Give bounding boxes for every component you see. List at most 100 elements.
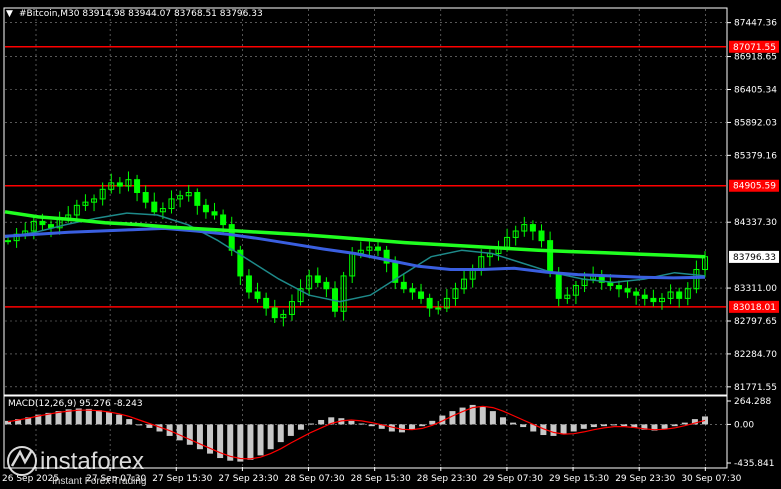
macd-histogram-bar bbox=[85, 408, 92, 425]
macd-histogram-bar bbox=[590, 424, 597, 428]
macd-histogram-bar bbox=[368, 424, 375, 427]
macd-histogram-bar bbox=[520, 424, 527, 428]
time-tick-label: 27 Sep 23:30 bbox=[218, 474, 278, 484]
time-tick-label: 28 Sep 07:30 bbox=[285, 474, 345, 484]
candle-body bbox=[409, 288, 416, 293]
candle-body bbox=[39, 220, 46, 226]
macd-histogram-bar bbox=[297, 424, 304, 430]
candle-body bbox=[418, 291, 425, 299]
price-tick-label: 82797.65 bbox=[734, 317, 777, 327]
candle-body bbox=[142, 192, 149, 203]
macd-histogram-bar bbox=[499, 417, 506, 425]
candle-body bbox=[323, 281, 330, 290]
candle-body bbox=[529, 224, 536, 232]
macd-tick-label: 264.288 bbox=[734, 397, 771, 407]
macd-histogram-bar bbox=[661, 424, 668, 429]
macd-histogram-bar bbox=[611, 424, 618, 426]
candle-body bbox=[555, 272, 562, 299]
candle-body bbox=[254, 291, 261, 299]
candle-body bbox=[641, 294, 648, 299]
time-tick-label: 29 Sep 07:30 bbox=[483, 474, 543, 484]
candle-body bbox=[245, 275, 252, 293]
candle-body bbox=[228, 224, 235, 251]
macd-histogram-bar bbox=[186, 424, 193, 445]
macd-histogram-bar bbox=[287, 424, 294, 436]
macd-histogram-bar bbox=[318, 419, 325, 425]
candle-body bbox=[263, 297, 270, 309]
price-tick-label: 82284.70 bbox=[734, 350, 777, 360]
candle-body bbox=[615, 285, 622, 290]
macd-histogram-bar bbox=[621, 424, 628, 427]
price-level-label: 87071.55 bbox=[733, 43, 776, 53]
candle-body bbox=[116, 182, 123, 187]
macd-histogram-bar bbox=[358, 423, 365, 425]
collapse-arrow-icon[interactable]: ▼ bbox=[6, 9, 13, 19]
macd-tick-label: 0.00 bbox=[734, 420, 754, 430]
macd-histogram-bar bbox=[257, 424, 264, 456]
macd-histogram-bar bbox=[136, 424, 143, 426]
price-level-label: 83018.01 bbox=[733, 303, 776, 313]
macd-histogram-bar bbox=[671, 424, 678, 427]
macd-histogram-bar bbox=[560, 424, 567, 435]
chart-header: #Bitcoin,M30 83914.98 83944.07 83768.51 … bbox=[19, 9, 263, 19]
macd-header: MACD(12,26,9) 95.276 -8.243 bbox=[8, 399, 143, 409]
candle-body bbox=[676, 291, 683, 299]
time-tick-label: 27 Sep 15:30 bbox=[152, 474, 212, 484]
macd-histogram-bar bbox=[237, 424, 244, 462]
price-tick-label: 81771.55 bbox=[734, 383, 777, 393]
candle-body bbox=[624, 288, 631, 293]
macd-histogram-bar bbox=[277, 424, 284, 443]
macd-histogram-bar bbox=[176, 424, 183, 441]
macd-histogram-bar bbox=[449, 411, 456, 425]
macd-histogram-bar bbox=[510, 422, 517, 425]
macd-histogram-bar bbox=[267, 424, 274, 450]
macd-histogram-bar bbox=[106, 412, 113, 425]
candle-body bbox=[538, 230, 545, 242]
macd-histogram-bar bbox=[570, 424, 577, 432]
price-tick-label: 86405.34 bbox=[734, 86, 777, 96]
candle-body bbox=[5, 240, 11, 243]
price-tick-label: 85892.03 bbox=[734, 118, 777, 128]
time-tick-label: 29 Sep 23:30 bbox=[615, 474, 675, 484]
candle-body bbox=[220, 214, 227, 226]
candle-body bbox=[426, 297, 433, 309]
macd-histogram-bar bbox=[348, 420, 355, 425]
candle-body bbox=[211, 211, 218, 216]
candle-body bbox=[202, 204, 209, 213]
macd-histogram-bar bbox=[459, 407, 466, 425]
macd-tick-label: -435.841 bbox=[734, 459, 774, 469]
time-tick-label: 30 Sep 07:30 bbox=[681, 474, 741, 484]
time-tick-label: 29 Sep 15:30 bbox=[549, 474, 609, 484]
macd-histogram-bar bbox=[419, 424, 426, 427]
logo-brand-text: instaforex bbox=[40, 448, 144, 475]
macd-histogram-bar bbox=[550, 424, 557, 436]
price-level-label: 84905.59 bbox=[733, 182, 776, 192]
macd-histogram-bar bbox=[126, 419, 133, 425]
macd-histogram-bar bbox=[681, 422, 688, 425]
candle-body bbox=[151, 201, 158, 213]
time-tick-label: 28 Sep 15:30 bbox=[351, 474, 411, 484]
candle-body bbox=[314, 275, 321, 283]
candle-body bbox=[375, 246, 382, 251]
candle-body bbox=[194, 192, 201, 206]
price-tick-label: 87447.36 bbox=[734, 19, 777, 29]
candle-body bbox=[435, 307, 442, 310]
price-tick-label: 84337.30 bbox=[734, 218, 777, 228]
candle-body bbox=[134, 179, 141, 194]
macd-histogram-bar bbox=[600, 424, 607, 427]
bitcoin-m30-chart: 87071.55 84905.59 83018.01 83796.33 87447.3… bbox=[0, 0, 781, 489]
candle-body bbox=[650, 297, 657, 303]
time-tick-label: 28 Sep 23:30 bbox=[417, 474, 477, 484]
macd-histogram-bar bbox=[116, 414, 123, 425]
candle-body bbox=[633, 291, 640, 296]
candle-body bbox=[400, 281, 407, 290]
price-tick-label: 83311.00 bbox=[734, 284, 777, 294]
macd-histogram-bar bbox=[308, 423, 315, 425]
price-tick-label: 86918.65 bbox=[734, 53, 777, 63]
candle-body bbox=[271, 307, 278, 319]
macd-histogram-bar bbox=[489, 411, 496, 425]
macd-histogram-bar bbox=[146, 424, 153, 428]
current-price-label: 83796.33 bbox=[733, 253, 776, 263]
logo-tagline-text: Instant Forex Trading bbox=[52, 476, 147, 487]
price-tick-label: 85379.16 bbox=[734, 151, 777, 161]
